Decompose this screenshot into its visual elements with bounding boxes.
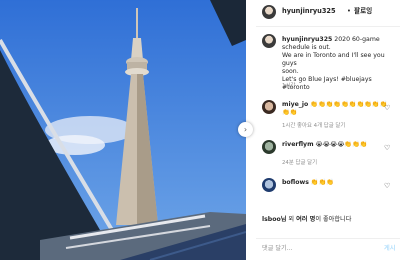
caption-line-3: We are in Toronto and I'll see you guys bbox=[282, 52, 385, 67]
post-header: hyunjinryu325 • 팔로잉 bbox=[256, 0, 400, 27]
comment-username[interactable]: boflows bbox=[282, 179, 309, 186]
comment-username[interactable]: riverflym bbox=[282, 141, 314, 148]
comment-meta[interactable]: 1시간 좋아요 4개 답글 달기 bbox=[282, 122, 345, 130]
comment-meta[interactable]: 24분 답글 달기 bbox=[282, 159, 317, 167]
liked-by-suffix: 이 좋아합니다 bbox=[315, 216, 352, 223]
caption-line-5: Let's go Blue Jays! #bluejays #toronto bbox=[282, 76, 372, 91]
chevron-right-icon: › bbox=[243, 125, 248, 134]
comment-avatar[interactable] bbox=[262, 178, 276, 192]
caption-line-1: 2020 60-game bbox=[334, 36, 380, 43]
caption-avatar[interactable] bbox=[262, 34, 276, 48]
caption-line-4: soon. bbox=[282, 68, 299, 75]
cn-tower-photo bbox=[0, 0, 246, 260]
liked-by-user[interactable]: lsboo님 bbox=[262, 216, 286, 223]
liked-by-others[interactable]: 여러 명 bbox=[296, 216, 315, 223]
post-comment-button[interactable]: 게시 bbox=[384, 245, 395, 253]
comment-text: boflows 👏👏👏 bbox=[282, 179, 390, 187]
comment-username[interactable]: miye_jo bbox=[282, 101, 308, 108]
caption-line-2: schedule is out. bbox=[282, 44, 331, 51]
separator-dot: • bbox=[347, 7, 351, 15]
heart-icon[interactable]: ♡ bbox=[384, 104, 390, 112]
heart-icon[interactable]: ♡ bbox=[384, 182, 390, 190]
comment-text: miye_jo 👏👏👏👏👏👏👏👏👏👏👏👏 bbox=[282, 101, 390, 117]
caption-username[interactable]: hyunjinryu325 bbox=[282, 36, 332, 43]
next-photo-button[interactable]: › bbox=[238, 122, 253, 137]
comment-avatar[interactable] bbox=[262, 100, 276, 114]
caption-text: hyunjinryu325 2020 60-game schedule is o… bbox=[282, 36, 400, 92]
caption-timestamp: 1시간 bbox=[282, 83, 296, 89]
liked-by-text: lsboo님 외 여러 명이 좋아합니다 bbox=[262, 216, 351, 224]
post-photo bbox=[0, 0, 246, 260]
following-button[interactable]: 팔로잉 bbox=[354, 7, 372, 15]
comment-avatar[interactable] bbox=[262, 140, 276, 154]
header-username[interactable]: hyunjinryu325 bbox=[282, 7, 336, 15]
instagram-post: › hyunjinryu325 • 팔로잉 hyunjinryu325 2020… bbox=[0, 0, 400, 260]
comment-input[interactable]: 댓글 달기... bbox=[262, 245, 293, 253]
heart-icon[interactable]: ♡ bbox=[384, 144, 390, 152]
comment-body: 😭😭😭😭👏👏👏 bbox=[315, 141, 368, 148]
liked-by-and: 외 bbox=[288, 216, 297, 223]
post-sidebar: hyunjinryu325 • 팔로잉 hyunjinryu325 2020 6… bbox=[256, 0, 400, 260]
avatar[interactable] bbox=[262, 5, 276, 19]
comment-body: 👏👏👏 bbox=[310, 179, 335, 186]
comment-box: 댓글 달기... 게시 bbox=[256, 238, 400, 260]
comment-text: riverflym 😭😭😭😭👏👏👏 bbox=[282, 141, 390, 149]
